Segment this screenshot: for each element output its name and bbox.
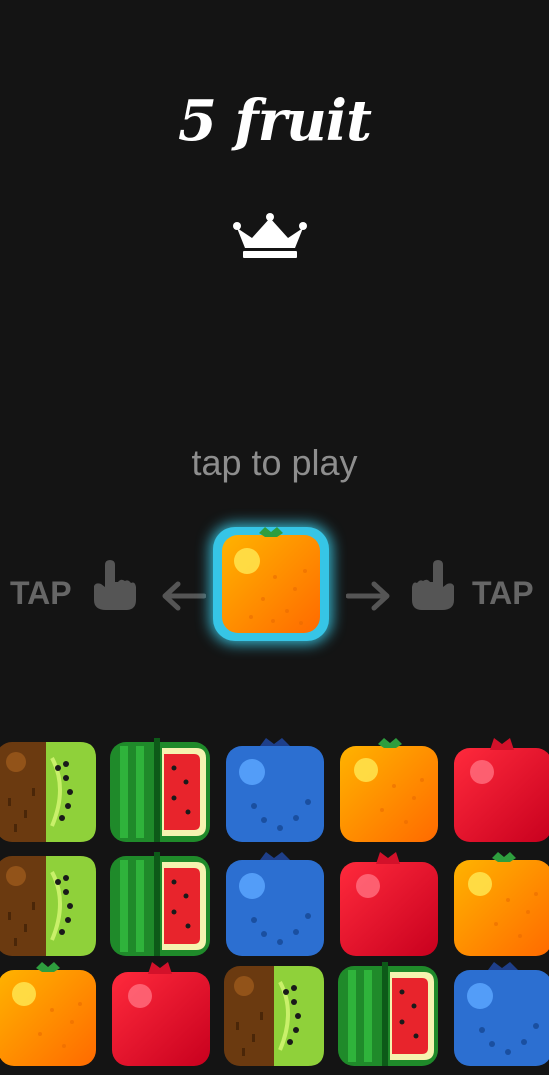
fruit-tile-blueberry	[224, 738, 328, 846]
hand-pointing-icon	[94, 560, 136, 610]
fruit-tile-orange	[0, 962, 100, 1070]
fruit-tile-watermelon	[110, 852, 214, 960]
game-title: 5 fruit	[178, 88, 372, 154]
fruit-tile-watermelon	[110, 738, 214, 846]
fruit-tile-blueberry	[452, 962, 549, 1070]
fruit-tile-watermelon	[338, 962, 442, 1070]
fruit-tile-orange	[452, 852, 549, 960]
arrow-right-icon	[346, 581, 390, 611]
player-fruit-orange[interactable]	[213, 527, 329, 641]
hand-pointing-icon	[412, 560, 454, 610]
crown-icon	[233, 213, 307, 258]
right-tap-label[interactable]: TAP	[472, 575, 534, 612]
arrow-left-icon	[162, 581, 206, 611]
left-tap-label[interactable]: TAP	[10, 575, 72, 612]
fruit-tile-blueberry	[224, 852, 328, 960]
fruit-tile-pomegranate	[338, 852, 442, 960]
fruit-tile-pomegranate	[452, 738, 549, 846]
fruit-tile-kiwi	[0, 738, 100, 846]
tap-to-play-prompt[interactable]: tap to play	[0, 442, 549, 484]
fruit-tile-orange	[338, 738, 442, 846]
fruit-tile-kiwi	[224, 962, 328, 1070]
fruit-tile-kiwi	[0, 852, 100, 960]
fruit-tile-pomegranate	[110, 962, 214, 1070]
